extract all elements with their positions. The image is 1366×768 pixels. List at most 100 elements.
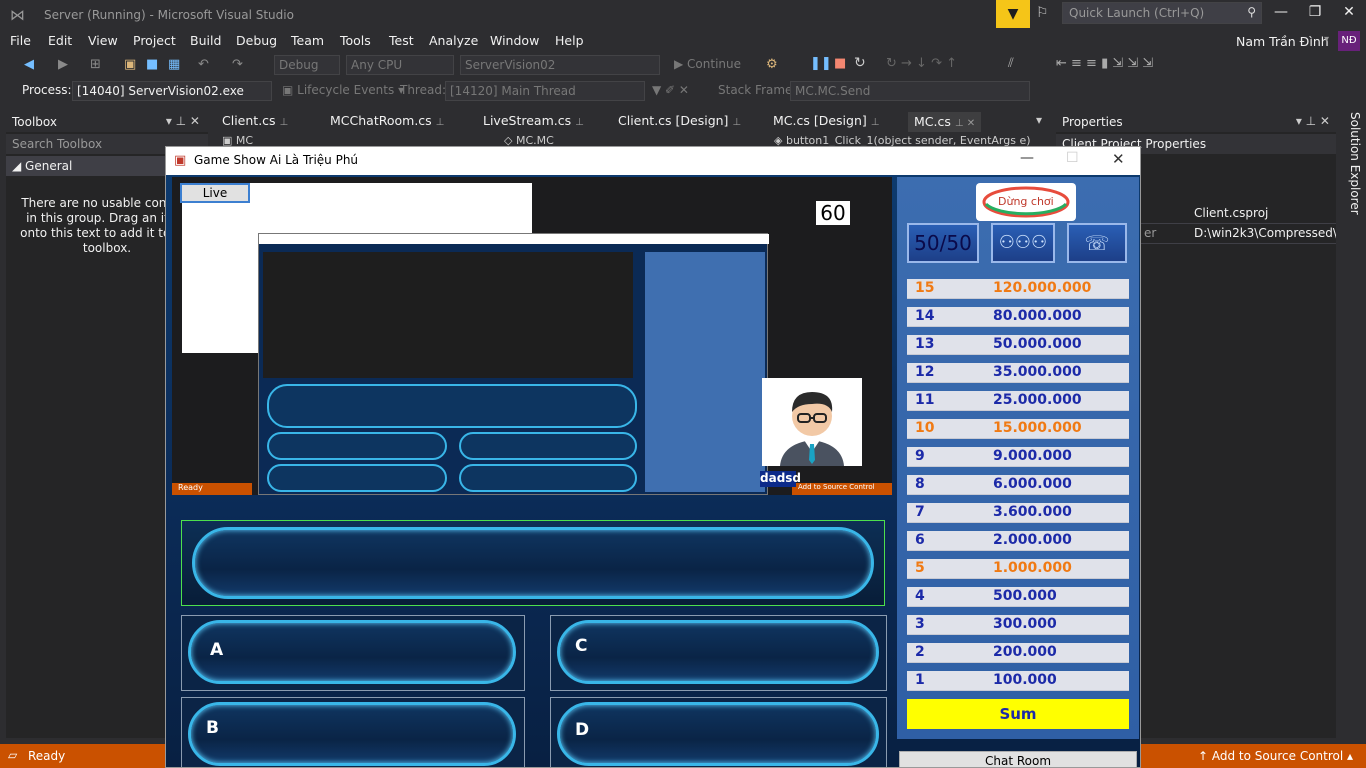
lifecycle-events-button[interactable]: ▣ Lifecycle Events ▾ — [282, 83, 404, 97]
ask-audience-button[interactable]: ⚇⚇⚇ — [991, 223, 1055, 263]
config-select[interactable]: Debug — [274, 55, 340, 75]
solution-explorer-tab[interactable]: Solution Explorer — [1340, 112, 1362, 232]
tab-mcchatroom-cs[interactable]: MCChatRoom.cs ⊥ — [330, 113, 444, 133]
answer-b-button[interactable]: B — [181, 697, 525, 767]
live-button[interactable]: Live — [180, 183, 250, 203]
prize-row: 4 500.000 — [907, 587, 1129, 607]
stop-icon[interactable]: ■ — [834, 56, 846, 71]
save-icon[interactable]: ■ — [146, 57, 158, 72]
restore-button[interactable]: ❐ — [1300, 4, 1330, 24]
platform-select[interactable]: Any CPU — [346, 55, 454, 75]
step-icons[interactable]: ↻ → ↓ ↷ ↑ — [886, 56, 957, 71]
continue-button[interactable]: ▶ Continue — [674, 57, 741, 71]
menu-debug[interactable]: Debug — [236, 33, 277, 48]
pin-icon[interactable]: ▾ ⊥ ✕ — [166, 114, 200, 128]
chat-room-button[interactable]: Chat Room — [899, 751, 1137, 767]
add-to-source-control-button[interactable]: ↑ Add to Source Control ▴ — [1198, 749, 1353, 763]
undo-icon[interactable]: ↶ — [198, 57, 209, 72]
game-close-button[interactable]: ✕ — [1112, 150, 1125, 168]
tab-client-cs[interactable]: Client.cs ⊥ — [222, 113, 288, 133]
prize-level: 4 — [915, 588, 925, 604]
menu-analyze[interactable]: Analyze — [429, 33, 478, 48]
back-icon[interactable]: ◀ — [24, 57, 34, 72]
audience-icon: ⚇⚇⚇ — [998, 232, 1048, 253]
pause-icon[interactable]: ❚❚ — [810, 56, 832, 71]
lifeline-5050-button[interactable]: 50/50 — [907, 223, 979, 263]
menu-test[interactable]: Test — [389, 33, 414, 48]
pin-icon: ⊥ — [870, 117, 880, 128]
prize-row: 1 100.000 — [907, 671, 1129, 691]
prize-amount: 80.000.000 — [993, 308, 1082, 324]
menu-edit[interactable]: Edit — [48, 33, 72, 48]
tab-mc-design[interactable]: MC.cs [Design] ⊥ — [773, 113, 879, 133]
feedback-icon[interactable]: ⚐ — [1036, 5, 1049, 21]
property-row[interactable]: Client.csproj — [1140, 204, 1336, 224]
phone-friend-button[interactable]: ☏ — [1067, 223, 1127, 263]
pin-icon: ⊥ — [279, 117, 289, 128]
answer-a-button[interactable]: A — [181, 615, 525, 691]
hex-display-icon[interactable]: ⫽ — [1008, 56, 1014, 71]
chevron-down-icon[interactable]: ▾ — [1324, 34, 1329, 45]
prize-level: 11 — [915, 392, 935, 408]
menu-build[interactable]: Build — [190, 33, 221, 48]
forward-icon[interactable]: ▶ — [58, 57, 68, 72]
nested-game-window — [258, 233, 769, 495]
sum-button[interactable]: Sum — [907, 699, 1129, 729]
tab-client-design[interactable]: Client.cs [Design] ⊥ — [618, 113, 741, 133]
game-maximize-button[interactable]: ☐ — [1066, 150, 1079, 166]
menu-project[interactable]: Project — [133, 33, 176, 48]
contestant-name: dadsd — [760, 471, 802, 487]
prize-row: 10 15.000.000 — [907, 419, 1129, 439]
stop-game-button[interactable]: Dừng chơi — [976, 183, 1076, 221]
answer-d-button[interactable]: D — [550, 697, 887, 767]
window-title: Server (Running) - Microsoft Visual Stud… — [44, 8, 294, 22]
prize-amount: 300.000 — [993, 616, 1057, 632]
stack-frame-select[interactable]: MC.MC.Send — [790, 81, 1030, 101]
prize-row: 2 200.000 — [907, 643, 1129, 663]
close-button[interactable]: ✕ — [1334, 4, 1364, 24]
prize-level: 9 — [915, 448, 925, 464]
tab-mc-cs[interactable]: MC.cs ⊥ ✕ — [908, 112, 982, 132]
quick-launch-input[interactable]: Quick Launch (Ctrl+Q) ⚲ — [1062, 2, 1262, 24]
process-icon[interactable]: ⚙ — [766, 57, 778, 72]
prize-amount: 35.000.000 — [993, 364, 1082, 380]
menu-tools[interactable]: Tools — [340, 33, 371, 48]
property-name: er — [1144, 226, 1157, 240]
menu-team[interactable]: Team — [291, 33, 324, 48]
flag-icons[interactable]: ▼ ✐ ✕ — [652, 83, 689, 97]
answer-c-frame — [557, 620, 879, 684]
user-name[interactable]: Nam Trần Đình — [1236, 34, 1329, 49]
phone-icon: ☏ — [1084, 231, 1110, 255]
avatar[interactable]: NĐ — [1338, 31, 1360, 51]
process-select[interactable]: [14040] ServerVision02.exe — [72, 81, 272, 101]
minimize-button[interactable]: — — [1266, 4, 1296, 24]
property-row[interactable]: er D:\win2k3\Compressed\de — [1140, 224, 1336, 244]
prize-level: 7 — [915, 504, 925, 520]
status-text: Ready — [28, 749, 66, 763]
restart-icon[interactable]: ↻ — [854, 55, 866, 71]
save-all-icon[interactable]: ▦ — [168, 57, 180, 72]
close-icon[interactable]: ⊥ ✕ — [955, 118, 975, 129]
tab-overflow-icon[interactable]: ▾ — [1036, 113, 1042, 127]
menu-view[interactable]: View — [88, 33, 118, 48]
countdown-timer: 60 — [816, 201, 850, 225]
pin-icon[interactable]: ▾ ⊥ ✕ — [1296, 114, 1330, 128]
menu-window[interactable]: Window — [490, 33, 539, 48]
startup-project-select[interactable]: ServerVision02 — [460, 55, 660, 75]
menu-file[interactable]: File — [10, 33, 31, 48]
thread-select[interactable]: [14120] Main Thread — [445, 81, 645, 101]
notification-filter-icon[interactable]: ▼ — [996, 0, 1030, 28]
bookmark-icons[interactable]: ⇤ ≡ ≡ ▮ ⇲ ⇲ ⇲ — [1056, 56, 1153, 71]
menu-help[interactable]: Help — [555, 33, 584, 48]
answer-d-frame — [557, 702, 879, 766]
tab-label: Client.cs — [222, 113, 276, 128]
nested-status-bar: Ready — [172, 483, 252, 495]
game-minimize-button[interactable]: — — [1020, 150, 1034, 166]
tab-label: MC.cs [Design] — [773, 113, 867, 128]
new-project-icon[interactable]: ⊞ — [90, 57, 101, 72]
redo-icon[interactable]: ↷ — [232, 57, 243, 72]
pin-icon: ⊥ — [732, 117, 742, 128]
tab-livestream-cs[interactable]: LiveStream.cs ⊥ — [483, 113, 584, 133]
answer-c-button[interactable]: C — [550, 615, 887, 691]
open-file-icon[interactable]: ▣ — [124, 57, 136, 72]
